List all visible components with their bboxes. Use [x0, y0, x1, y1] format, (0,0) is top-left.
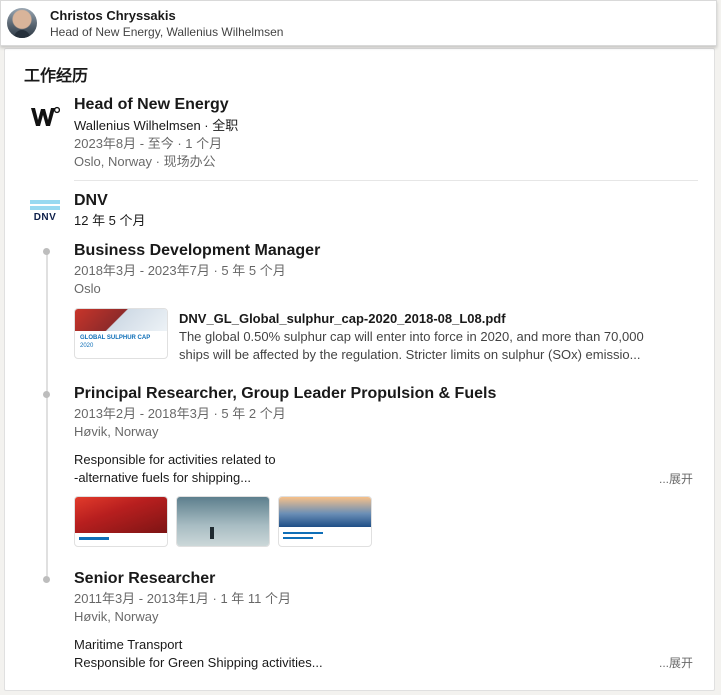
profile-sticky-header: Christos Chryssakis Head of New Energy, …: [0, 0, 717, 46]
media-thumbnail[interactable]: [278, 496, 372, 547]
role-location: Høvik, Norway: [74, 609, 159, 624]
role-location: Høvik, Norway: [74, 424, 159, 439]
experience-card: 工作经历 Head of New Energy Wallenius Wilhel…: [4, 48, 715, 691]
media-thumbnail[interactable]: [176, 496, 270, 547]
role-dates: 2011年3月 - 2013年1月 · 1 年 11 个月: [74, 591, 292, 606]
media-description: The global 0.50% sulphur cap will enter …: [179, 328, 699, 364]
timeline-dot: [43, 391, 50, 398]
see-more-button[interactable]: ...展开: [659, 654, 693, 672]
media-thumbnail[interactable]: [74, 496, 168, 547]
section-title: 工作经历: [24, 66, 89, 85]
media-description-line: The global 0.50% sulphur cap will enter …: [179, 329, 644, 344]
experience-title[interactable]: Head of New Energy: [74, 95, 229, 115]
role-description-line: Maritime Transport: [74, 637, 183, 652]
media-title[interactable]: DNV_GL_Global_sulphur_cap-2020_2018-08_L…: [179, 310, 506, 328]
role-title[interactable]: Business Development Manager: [74, 241, 320, 261]
experience-location: Oslo, Norway · 现场办公: [74, 154, 216, 169]
role-title[interactable]: Senior Researcher: [74, 569, 215, 589]
see-more-button[interactable]: ...展开: [659, 470, 693, 488]
role-description-line: -alternative fuels for shipping...: [74, 470, 252, 485]
avatar[interactable]: [7, 8, 37, 38]
company-duration: 12 年 5 个月: [74, 213, 146, 228]
role-title[interactable]: Principal Researcher, Group Leader Propu…: [74, 384, 496, 404]
role-dates: 2013年2月 - 2018年3月 · 5 年 2 个月: [74, 406, 286, 421]
timeline-dot: [43, 248, 50, 255]
profile-headline: Head of New Energy, Wallenius Wilhelmsen: [50, 24, 284, 39]
media-description-line: ships will be affected by the regulation…: [179, 347, 641, 362]
timeline-rail: [46, 254, 48, 576]
profile-identity: Christos Chryssakis Head of New Energy, …: [50, 7, 283, 40]
company-name[interactable]: DNV: [74, 191, 108, 211]
role-description-line: Responsible for Green Shipping activitie…: [74, 655, 323, 670]
thumb-caption: GLOBAL SULPHUR CAP: [80, 335, 151, 341]
experience-dates: 2023年8月 - 至今 · 1 个月: [74, 136, 223, 151]
divider: [74, 180, 698, 181]
wallenius-logo-icon[interactable]: [29, 101, 61, 133]
role-description-line: Responsible for activities related to: [74, 452, 276, 467]
profile-name[interactable]: Christos Chryssakis: [50, 7, 283, 24]
experience-company: Wallenius Wilhelmsen · 全职: [74, 118, 239, 133]
role-dates: 2018年3月 - 2023年7月 · 5 年 5 个月: [74, 263, 286, 278]
dnv-logo-icon[interactable]: DNV: [29, 197, 61, 229]
role-location: Oslo: [74, 281, 101, 296]
timeline-dot: [43, 576, 50, 583]
media-thumbnail[interactable]: GLOBAL SULPHUR CAP 2020: [74, 308, 168, 359]
thumb-caption-year: 2020: [80, 343, 94, 349]
